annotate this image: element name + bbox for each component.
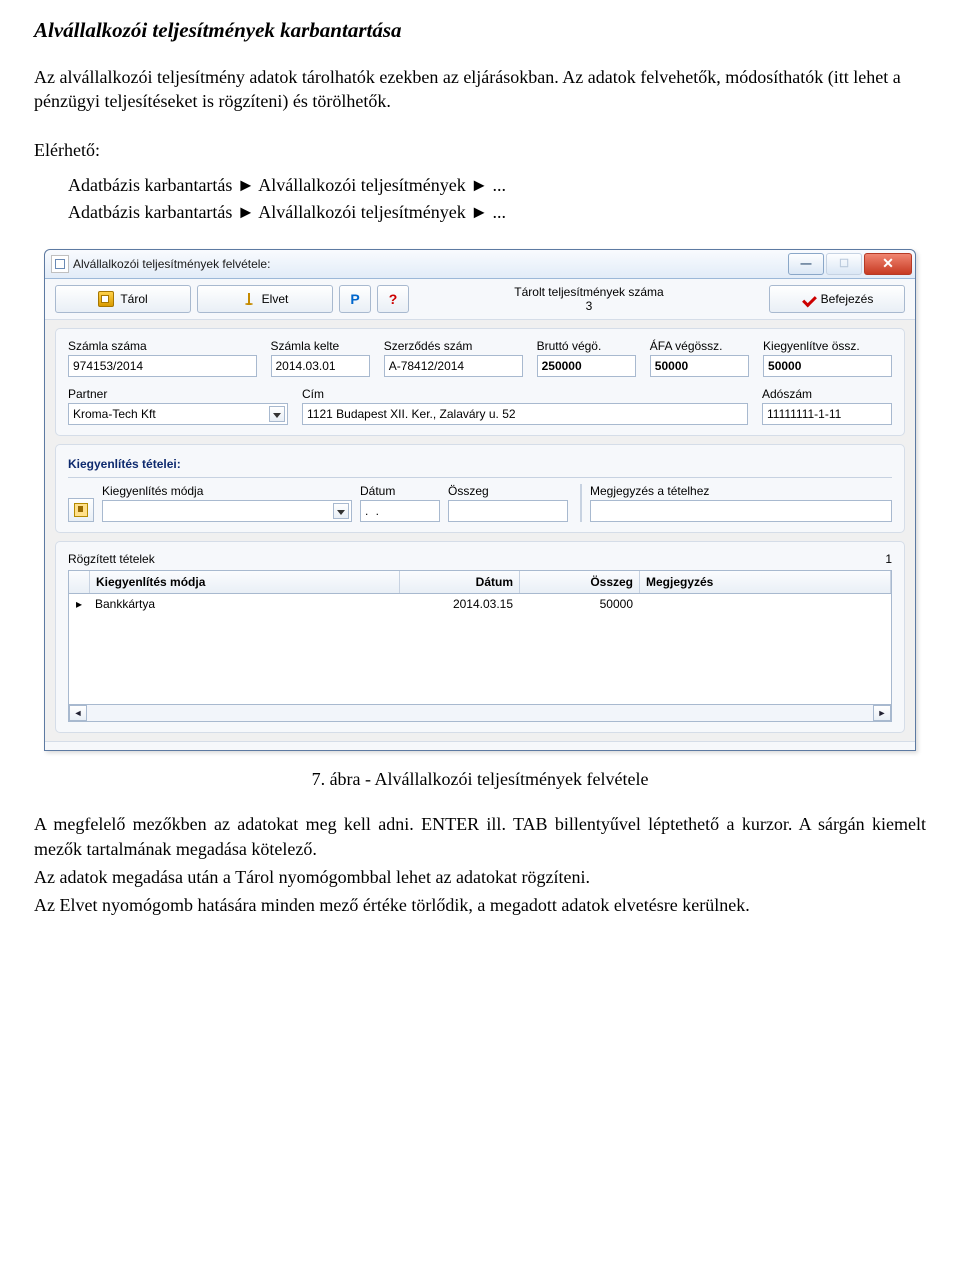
settle-mode-combo[interactable] (102, 500, 352, 522)
tax-no-label: Adószám (762, 387, 892, 401)
invoice-no-label: Számla száma (68, 339, 257, 353)
body-paragraph-2: Az adatok megadása után a Tárol nyomógom… (34, 865, 926, 889)
recorded-items-count: 1 (885, 552, 892, 566)
col-note[interactable]: Megjegyzés (640, 571, 891, 593)
app-window: Alvállalkozói teljesítmények felvétele: … (44, 249, 916, 752)
stored-count-value: 3 (415, 299, 763, 313)
settle-amount-label: Összeg (448, 484, 568, 498)
page-title: Alvállalkozói teljesítmények karbantartá… (34, 18, 926, 43)
p-button[interactable]: P (339, 285, 371, 313)
figure-caption: 7. ábra - Alvállalkozói teljesítmények f… (34, 769, 926, 790)
nav-path-2: Adatbázis karbantartás ► Alvállalkozói t… (68, 202, 926, 223)
partner-label: Partner (68, 387, 288, 401)
reach-label: Elérhető: (34, 140, 926, 161)
vat-input[interactable]: 50000 (650, 355, 749, 377)
address-label: Cím (302, 387, 748, 401)
address-input[interactable]: 1121 Budapest XII. Ker., Zalaváry u. 52 (302, 403, 748, 425)
invoice-date-label: Számla kelte (271, 339, 370, 353)
recorded-panel: Rögzített tételek 1 Kiegyenlítés módja D… (55, 541, 905, 733)
contract-no-label: Szerződés szám (384, 339, 523, 353)
finish-button-label: Befejezés (821, 292, 874, 306)
note-icon (74, 503, 88, 517)
gross-label: Bruttó végö. (537, 339, 636, 353)
discard-button[interactable]: Elvet (197, 285, 333, 313)
row-marker-icon: ▸ (69, 597, 89, 611)
close-button[interactable]: ✕ (864, 253, 912, 275)
window-icon (51, 255, 69, 273)
contract-no-input[interactable]: A-78412/2014 (384, 355, 523, 377)
vat-label: ÁFA végössz. (650, 339, 749, 353)
col-mode[interactable]: Kiegyenlítés módja (90, 571, 400, 593)
cell-date: 2014.03.15 (399, 597, 519, 611)
nav-path-1: Adatbázis karbantartás ► Alvállalkozói t… (68, 175, 926, 196)
settle-note-input[interactable] (590, 500, 892, 522)
table-row[interactable]: ▸ Bankkártya 2014.03.15 50000 (69, 594, 891, 614)
invoice-date-input[interactable]: 2014.03.01 (271, 355, 370, 377)
gross-input[interactable]: 250000 (537, 355, 636, 377)
titlebar: Alvállalkozói teljesítmények felvétele: … (45, 250, 915, 279)
paid-input[interactable]: 50000 (763, 355, 892, 377)
grid-body[interactable]: ▸ Bankkártya 2014.03.15 50000 (68, 594, 892, 705)
window-title: Alvállalkozói teljesítmények felvétele: (73, 257, 270, 271)
settle-date-label: Dátum (360, 484, 440, 498)
invoice-no-input[interactable]: 974153/2014 (68, 355, 257, 377)
settle-mode-label: Kiegyenlítés módja (102, 484, 352, 498)
finish-button[interactable]: Befejezés (769, 285, 905, 313)
store-button-label: Tárol (120, 292, 147, 306)
tax-no-input[interactable]: 11111111-1-11 (762, 403, 892, 425)
paid-label: Kiegyenlítve össz. (763, 339, 892, 353)
discard-button-label: Elvet (262, 292, 289, 306)
intro-paragraph: Az alvállalkozói teljesítmény adatok tár… (34, 65, 926, 114)
scroll-left-button[interactable]: ◄ (69, 705, 87, 721)
p-icon: P (350, 292, 359, 306)
status-strip (45, 741, 915, 750)
help-icon: ? (389, 292, 398, 306)
add-item-button[interactable] (68, 498, 94, 522)
settle-amount-input[interactable] (448, 500, 568, 522)
settlement-section-label: Kiegyenlítés tételei: (68, 457, 892, 471)
body-paragraph-3: Az Elvet nyomógomb hatására minden mező … (34, 893, 926, 917)
check-icon (801, 292, 815, 306)
grid-header: Kiegyenlítés módja Dátum Összeg Megjegyz… (68, 570, 892, 594)
discard-icon (242, 292, 256, 306)
toolbar: Tárol Elvet P ? Tárolt teljesítmények sz… (45, 279, 915, 321)
partner-combo[interactable]: Kroma-Tech Kft (68, 403, 288, 425)
col-amount[interactable]: Összeg (520, 571, 640, 593)
settle-note-label: Megjegyzés a tételhez (590, 484, 892, 498)
stored-count-label: Tárolt teljesítmények száma (514, 285, 663, 299)
vertical-divider (580, 484, 582, 522)
settlement-panel: Kiegyenlítés tételei: Kiegyenlítés módja… (55, 444, 905, 533)
help-button[interactable]: ? (377, 285, 409, 313)
minimize-button[interactable]: — (788, 253, 824, 275)
store-icon (98, 291, 114, 307)
stored-count-stat: Tárolt teljesítmények száma 3 (415, 285, 763, 314)
horizontal-scrollbar[interactable]: ◄ ► (68, 705, 892, 722)
recorded-items-label: Rögzített tételek (68, 552, 155, 566)
settle-date-input[interactable]: . . (360, 500, 440, 522)
maximize-button[interactable]: ☐ (826, 253, 862, 275)
body-paragraph-1: A megfelelő mezőkben az adatokat meg kel… (34, 812, 926, 861)
invoice-panel: Számla száma 974153/2014 Számla kelte 20… (55, 328, 905, 436)
cell-mode: Bankkártya (89, 597, 399, 611)
cell-amount: 50000 (519, 597, 639, 611)
col-date[interactable]: Dátum (400, 571, 520, 593)
scroll-right-button[interactable]: ► (873, 705, 891, 721)
store-button[interactable]: Tárol (55, 285, 191, 313)
